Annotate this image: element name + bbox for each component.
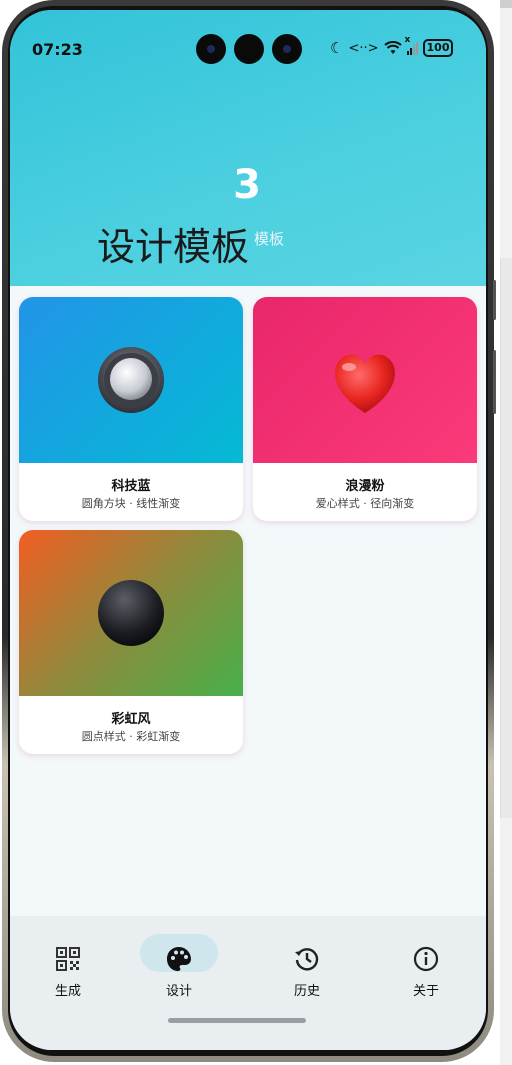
- moon-icon: ☾: [330, 39, 344, 57]
- nav-label: 历史: [293, 984, 320, 999]
- volume-button: [493, 280, 496, 320]
- nav-label: 关于: [412, 984, 439, 999]
- info-icon: [413, 946, 439, 972]
- template-card-rainbow[interactable]: 彩虹风 圆点样式 · 彩虹渐变: [19, 530, 243, 754]
- nav-label: 生成: [54, 984, 81, 999]
- home-indicator[interactable]: [168, 1018, 306, 1023]
- wifi-icon: [383, 41, 402, 54]
- nav-tab-generate[interactable]: 生成: [28, 940, 108, 1004]
- data-transfer-icon: <··>: [348, 40, 379, 56]
- camera-cutout: [196, 34, 226, 64]
- template-name: 浪漫粉: [345, 479, 385, 494]
- nav-tab-about[interactable]: 关于: [386, 940, 466, 1004]
- template-card-romantic-pink[interactable]: 浪漫粉 爱心样式 · 径向渐变: [253, 297, 477, 521]
- qr-code-icon: [56, 947, 80, 971]
- header-banner: 07:23 ☾ <··> x 100 3 设计模板 模板: [10, 10, 486, 286]
- template-preview: [19, 530, 243, 696]
- bottom-navigation: 生成 设计 历史 关于: [10, 916, 486, 1050]
- camera-cutout: [272, 34, 302, 64]
- battery-indicator: 100: [422, 39, 454, 57]
- nav-label: 设计: [165, 984, 192, 999]
- history-icon: [295, 948, 319, 971]
- template-preview: [253, 297, 477, 463]
- template-preview: [19, 297, 243, 463]
- template-name: 彩虹风: [111, 712, 151, 727]
- signal-icon: x: [405, 35, 418, 55]
- template-card-tech-blue[interactable]: 科技蓝 圆角方块 · 线性渐变: [19, 297, 243, 521]
- edge-mark: [500, 0, 512, 8]
- template-description: 爱心样式 · 径向渐变: [315, 497, 415, 510]
- camera-cutout: [234, 34, 264, 64]
- ball-button-icon: [98, 347, 164, 413]
- page-subtitle: 模板: [254, 230, 285, 248]
- app-screen: 07:23 ☾ <··> x 100 3 设计模板 模板 科技蓝 圆角方块 · …: [10, 10, 486, 1050]
- template-description: 圆角方块 · 线性渐变: [81, 497, 181, 510]
- template-name: 科技蓝: [111, 479, 151, 494]
- dark-sphere-icon: [98, 580, 164, 646]
- nav-tab-design[interactable]: 设计: [139, 940, 219, 1004]
- template-description: 圆点样式 · 彩虹渐变: [81, 730, 181, 743]
- template-count: 3: [233, 162, 261, 208]
- edge-panel: [500, 258, 512, 818]
- palette-icon: [167, 947, 191, 971]
- page-title: 设计模板: [97, 225, 250, 269]
- status-time: 07:23: [32, 40, 83, 59]
- heart-icon: [335, 354, 395, 413]
- status-icons: ☾ <··> x 100: [330, 35, 454, 57]
- power-button: [493, 350, 496, 414]
- nav-tab-history[interactable]: 历史: [267, 940, 347, 1004]
- screenshot-edge: [500, 0, 512, 1065]
